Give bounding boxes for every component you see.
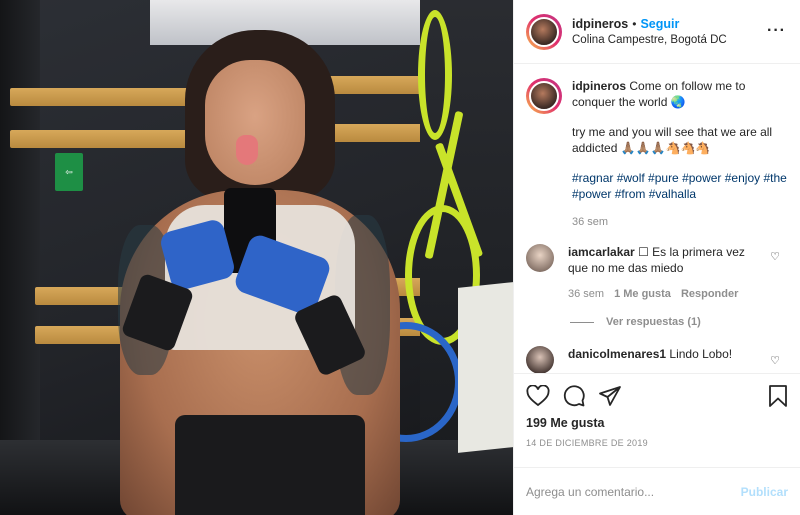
caption: idpineros Come on follow me to conquer t… [526, 78, 788, 230]
comment-time[interactable]: 36 sem [568, 288, 604, 300]
post-date[interactable]: 14 DE DICIEMBRE DE 2019 [526, 438, 788, 448]
person-tongue [236, 135, 258, 165]
follow-button[interactable]: Seguir [640, 17, 679, 31]
comment-bubble-icon[interactable] [562, 384, 586, 408]
exit-sign-icon: ⇦ [55, 153, 83, 191]
comment-username[interactable]: danicolmenares1 [568, 347, 666, 361]
comment-meta: 36 sem 1 Me gusta Responder [568, 286, 758, 302]
location-link[interactable]: Colina Campestre, Bogotá DC [572, 34, 727, 46]
caption-time[interactable]: 36 sem [572, 214, 788, 230]
comment-username[interactable]: iamcarlakar [568, 245, 635, 259]
commenter-avatar[interactable] [526, 244, 554, 272]
add-comment-bar: Agrega un comentario... Publicar [514, 467, 800, 515]
caption-hashtags[interactable]: #ragnar #wolf #pure #power #enjoy #the #… [572, 170, 788, 202]
caption-avatar[interactable] [526, 78, 562, 114]
instagram-post: ⇦ idpineros • Seguir Colina Campestre, B… [0, 0, 800, 515]
avatar [529, 16, 559, 47]
comment-input[interactable]: Agrega un comentario... [526, 485, 741, 499]
photo-wood-plank [10, 88, 190, 106]
action-icons [526, 382, 788, 410]
caption-username[interactable]: idpineros [572, 79, 626, 93]
post-header: idpineros • Seguir Colina Campestre, Bogot… [514, 0, 800, 64]
photo-wood-plank [10, 130, 190, 148]
caption-line2: try me and you will see that we are all … [572, 125, 773, 155]
header-text: idpineros • Seguir Colina Campestre, Bogot… [572, 17, 727, 46]
more-horizontal-icon[interactable]: ··· [767, 22, 786, 40]
reply-button[interactable]: Responder [681, 288, 738, 300]
comment-likes[interactable]: 1 Me gusta [614, 288, 671, 300]
person-pants [175, 415, 365, 515]
comment-like-heart-icon[interactable]: ♡ [770, 354, 780, 367]
comment-body: danicolmenares1 Lindo Lobo! [568, 346, 758, 373]
photo-wood-plank [35, 287, 130, 305]
replies-line [570, 321, 594, 323]
commenter-avatar[interactable] [526, 346, 554, 373]
publish-button[interactable]: Publicar [741, 485, 788, 499]
post-sidebar: idpineros • Seguir Colina Campestre, Bogot… [513, 0, 800, 515]
caption-body: idpineros Come on follow me to conquer t… [572, 78, 788, 230]
comment-body: iamcarlakar ☐ Es la primera vez que no m… [568, 244, 758, 302]
comments-section: idpineros Come on follow me to conquer t… [514, 64, 800, 373]
photo-wood-plank [35, 326, 130, 344]
bike-wheel [418, 10, 452, 140]
author-avatar[interactable] [526, 13, 562, 50]
photo-door [0, 0, 40, 515]
person-face [205, 60, 305, 185]
post-photo[interactable]: ⇦ [0, 0, 513, 515]
separator-dot: • [632, 17, 637, 31]
comment-item: iamcarlakar ☐ Es la primera vez que no m… [526, 244, 788, 302]
like-heart-icon[interactable] [526, 385, 550, 407]
likes-count[interactable]: 199 Me gusta [526, 416, 788, 430]
avatar [529, 81, 559, 111]
comment-like-heart-icon[interactable]: ♡ [770, 250, 780, 263]
post-actions: 199 Me gusta 14 DE DICIEMBRE DE 2019 [514, 373, 800, 467]
photo-whiteboard [458, 282, 513, 453]
view-replies-button[interactable]: Ver respuestas (1) [570, 316, 788, 328]
save-bookmark-icon[interactable] [768, 384, 788, 408]
comment-text: Lindo Lobo! [669, 347, 733, 361]
comment-item: danicolmenares1 Lindo Lobo! ♡ [526, 346, 788, 373]
author-username[interactable]: idpineros [572, 17, 628, 31]
view-replies-label: Ver respuestas (1) [606, 316, 701, 328]
share-paper-plane-icon[interactable] [598, 384, 622, 408]
